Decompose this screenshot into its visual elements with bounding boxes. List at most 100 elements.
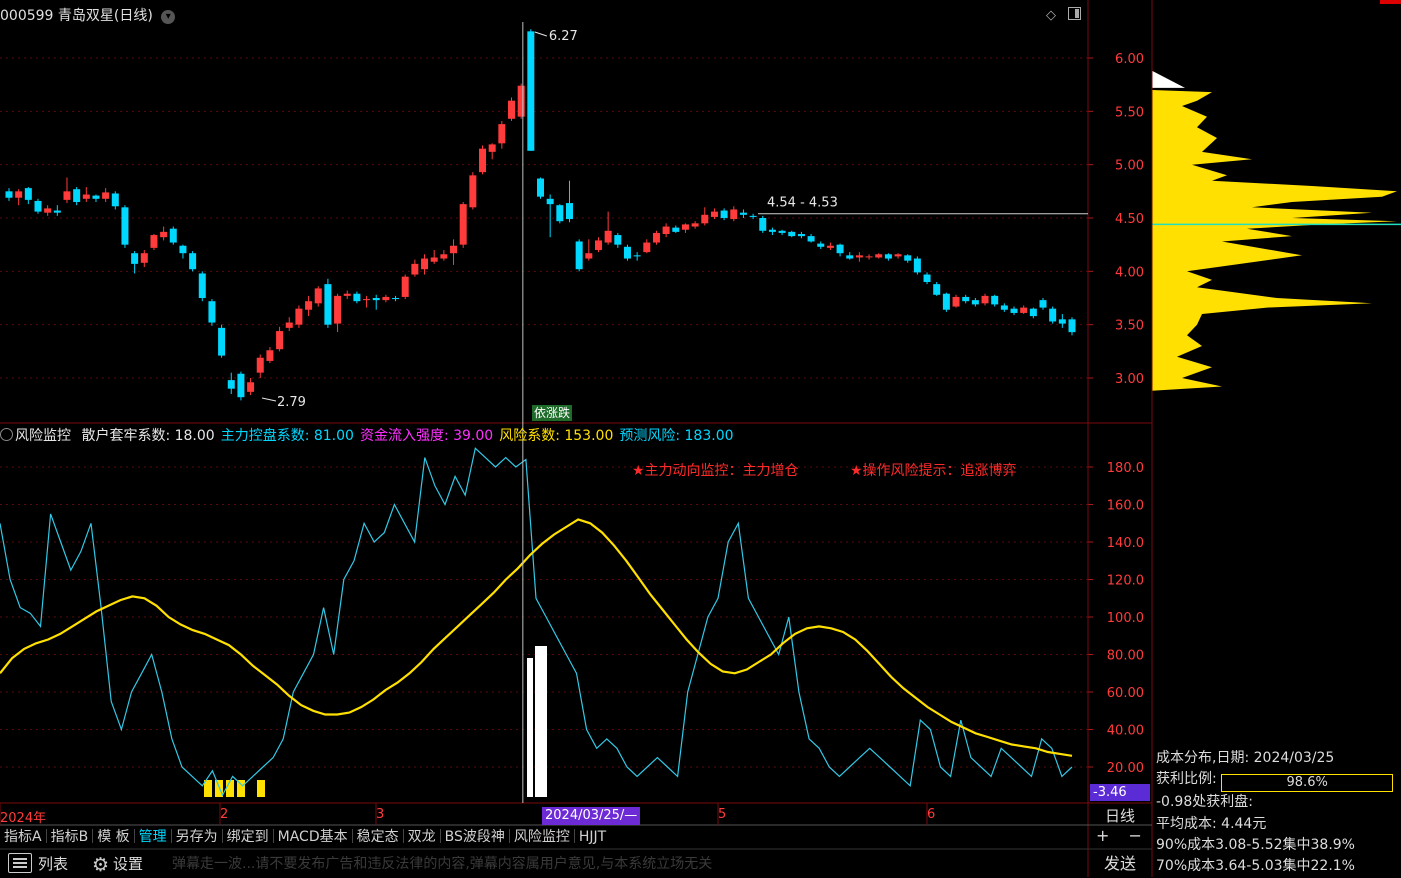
candle-body[interactable] — [730, 209, 738, 220]
candle-body[interactable] — [788, 231, 796, 237]
panel-toggle-icon[interactable] — [1068, 7, 1082, 20]
candle-body[interactable] — [140, 253, 148, 263]
danmaku-input[interactable]: 弹幕走一波...请不要发布广告和违反法律的内容,弹幕内容属用户意见,与本系统立场… — [172, 851, 712, 877]
stock-title[interactable]: 000599 青岛双星(日线) ▾ — [0, 5, 176, 25]
candle-body[interactable] — [1029, 308, 1037, 317]
candle-body[interactable] — [44, 208, 52, 213]
candle-body[interactable] — [179, 245, 187, 254]
candle-body[interactable] — [218, 327, 226, 356]
candle-body[interactable] — [778, 230, 786, 233]
candle-body[interactable] — [208, 301, 216, 323]
candle-body[interactable] — [1020, 307, 1028, 313]
candle-body[interactable] — [131, 253, 139, 264]
candle-body[interactable] — [459, 204, 467, 245]
diamond-icon[interactable]: ◇ — [1046, 8, 1056, 23]
tab-2[interactable]: 模 板 — [93, 826, 133, 848]
candle-body[interactable] — [913, 258, 921, 273]
tab-10[interactable]: 风险监控 — [510, 826, 574, 848]
candle-body[interactable] — [111, 193, 119, 207]
candle-body[interactable] — [672, 227, 680, 232]
tab-1[interactable]: 指标B — [47, 826, 93, 848]
candle-body[interactable] — [295, 308, 303, 325]
candle-body[interactable] — [102, 192, 110, 199]
candle-body[interactable] — [150, 235, 158, 248]
candle-body[interactable] — [720, 210, 728, 218]
candle-body[interactable] — [797, 234, 805, 237]
candle-body[interactable] — [160, 231, 168, 238]
chevron-down-icon[interactable]: ▾ — [161, 10, 176, 24]
candle-body[interactable] — [450, 245, 458, 254]
candle-body[interactable] — [382, 296, 390, 301]
candle-body[interactable] — [971, 300, 979, 305]
candle-body[interactable] — [488, 144, 496, 152]
candle-body[interactable] — [981, 295, 989, 304]
candle-body[interactable] — [633, 255, 641, 257]
candle-body[interactable] — [53, 210, 61, 213]
candle-body[interactable] — [372, 298, 380, 301]
settings-button[interactable]: ⚙ 设置 — [92, 851, 143, 877]
candle-body[interactable] — [305, 301, 313, 310]
candle-body[interactable] — [392, 298, 400, 300]
candle-body[interactable] — [846, 255, 854, 259]
candle-body[interactable] — [565, 203, 573, 220]
candle-body[interactable] — [836, 244, 844, 254]
candle-body[interactable] — [1058, 319, 1066, 324]
candle-body[interactable] — [121, 207, 129, 245]
send-button[interactable]: 发送 — [1090, 851, 1150, 877]
candle-body[interactable] — [411, 263, 419, 275]
tab-9[interactable]: BS波段神 — [441, 826, 509, 848]
tab-4[interactable]: 另存为 — [172, 826, 222, 848]
indicator-name[interactable]: 风险监控 — [15, 428, 71, 444]
candle-body[interactable] — [15, 191, 23, 198]
candle-body[interactable] — [865, 256, 873, 258]
candle-body[interactable] — [546, 198, 554, 205]
candle-body[interactable] — [1068, 319, 1076, 333]
indicator-settings-icon[interactable] — [0, 428, 13, 441]
tab-6[interactable]: MACD基本 — [274, 826, 352, 848]
candle-body[interactable] — [643, 242, 651, 253]
candle-body[interactable] — [652, 232, 660, 243]
candle-body[interactable] — [469, 175, 477, 208]
candle-body[interactable] — [508, 100, 516, 119]
zoom-in-button[interactable]: + — [1096, 826, 1109, 845]
candle-body[interactable] — [826, 245, 834, 248]
candle-body[interactable] — [575, 241, 583, 270]
candle-body[interactable] — [691, 223, 699, 227]
candle-body[interactable] — [594, 240, 602, 250]
candle-body[interactable] — [962, 296, 970, 302]
candle-body[interactable] — [34, 200, 42, 212]
candle-body[interactable] — [749, 215, 757, 217]
candle-body[interactable] — [923, 274, 931, 282]
candle-body[interactable] — [739, 212, 747, 215]
candle-body[interactable] — [266, 350, 274, 361]
candle-body[interactable] — [189, 253, 197, 270]
candle-body[interactable] — [604, 230, 612, 243]
candle-body[interactable] — [430, 257, 438, 262]
candle-body[interactable] — [759, 218, 767, 231]
candle-body[interactable] — [1039, 300, 1047, 308]
zoom-out-button[interactable]: − — [1129, 826, 1142, 845]
candle-body[interactable] — [73, 189, 81, 202]
candle-body[interactable] — [817, 243, 825, 247]
candle-body[interactable] — [343, 293, 351, 296]
tab-7[interactable]: 稳定态 — [353, 826, 403, 848]
candle-body[interactable] — [807, 236, 815, 242]
tab-0[interactable]: 指标A — [0, 826, 46, 848]
candle-body[interactable] — [884, 254, 892, 259]
candle-body[interactable] — [479, 148, 487, 173]
candle-body[interactable] — [227, 380, 235, 389]
candle-body[interactable] — [92, 195, 100, 199]
tab-11[interactable]: HJJT — [575, 826, 610, 848]
candle-body[interactable] — [517, 85, 525, 117]
candle-body[interactable] — [276, 331, 284, 350]
candle-body[interactable] — [855, 255, 863, 258]
candle-body[interactable] — [63, 191, 71, 200]
candle-body[interactable] — [401, 276, 409, 297]
period-label[interactable]: 日线 — [1090, 805, 1150, 826]
candle-body[interactable] — [614, 235, 622, 245]
candle-body[interactable] — [904, 255, 912, 261]
tab-3[interactable]: 管理 — [135, 826, 171, 848]
candle-body[interactable] — [701, 214, 709, 224]
candle-body[interactable] — [353, 293, 361, 302]
candle-body[interactable] — [933, 284, 941, 295]
